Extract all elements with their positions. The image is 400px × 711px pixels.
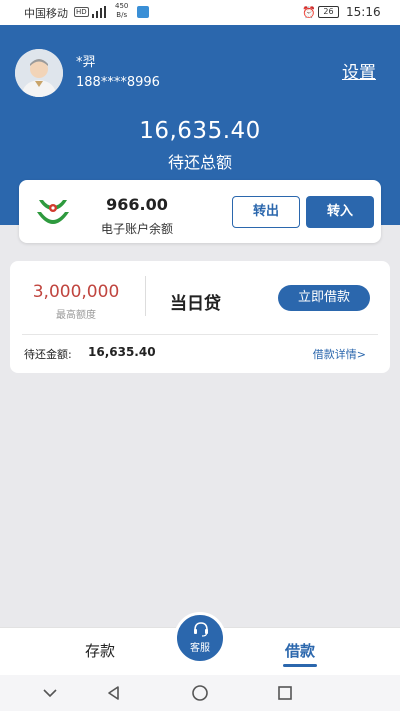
repay-amount-label: 待还金额: <box>24 348 72 361</box>
loan-product-card: 3,000,000 最高额度 当日贷 立即借款 待还金额: 16,635.40 … <box>10 261 390 373</box>
speed-value: 450 <box>115 2 129 10</box>
carrier-label: 中国移动 <box>24 7 68 20</box>
tab-loan[interactable]: 借款 <box>260 640 340 661</box>
tab-deposit[interactable]: 存款 <box>60 640 140 661</box>
alarm-icon: ⏰ <box>302 6 316 19</box>
recents-icon[interactable] <box>275 683 295 703</box>
home-icon[interactable] <box>190 683 210 703</box>
network-speed: 450 B/s <box>115 2 128 20</box>
headset-icon <box>194 622 208 637</box>
bank-logo <box>37 200 69 224</box>
total-due-label: 待还总额 <box>167 153 232 172</box>
repay-amount-value: 16,635.40 <box>88 345 156 359</box>
chevron-down-icon[interactable] <box>40 683 60 703</box>
active-tab-indicator <box>283 664 317 667</box>
account-balance: 966.00 <box>106 195 168 214</box>
speed-unit: B/s <box>116 11 128 19</box>
system-nav-bar <box>0 675 400 711</box>
battery-indicator: 26 <box>318 6 339 18</box>
account-card: 966.00 电子账户余额 转出 转入 <box>19 180 381 243</box>
settings-link[interactable]: 设置 <box>342 58 376 83</box>
loan-details-link[interactable]: 借款详情> <box>313 346 366 362</box>
max-limit-value: 3,000,000 <box>32 282 120 302</box>
signal-icon <box>92 6 106 18</box>
clock: 15:16 <box>346 5 381 19</box>
avatar[interactable] <box>15 49 63 97</box>
borrow-now-button[interactable]: 立即借款 <box>278 285 370 311</box>
divider <box>145 276 146 316</box>
message-icon <box>137 6 149 18</box>
user-name: *羿 <box>76 55 96 70</box>
divider <box>22 334 378 335</box>
user-phone: 188****8996 <box>76 75 160 90</box>
max-limit-label: 最高额度 <box>56 310 96 321</box>
hd-badge: HD <box>74 7 89 17</box>
avatar-icon <box>15 49 63 97</box>
status-bar: 中国移动 HD 450 B/s ⏰ 26 15:16 <box>0 0 400 25</box>
back-icon[interactable] <box>104 683 124 703</box>
total-due-amount: 16,635.40 <box>139 118 261 144</box>
transfer-in-button[interactable]: 转入 <box>306 196 374 228</box>
customer-service-label: 客服 <box>190 643 210 654</box>
transfer-out-button[interactable]: 转出 <box>232 196 300 228</box>
account-balance-label: 电子账户余额 <box>100 222 173 236</box>
product-name: 当日贷 <box>170 294 221 314</box>
customer-service-button[interactable]: 客服 <box>174 612 226 664</box>
